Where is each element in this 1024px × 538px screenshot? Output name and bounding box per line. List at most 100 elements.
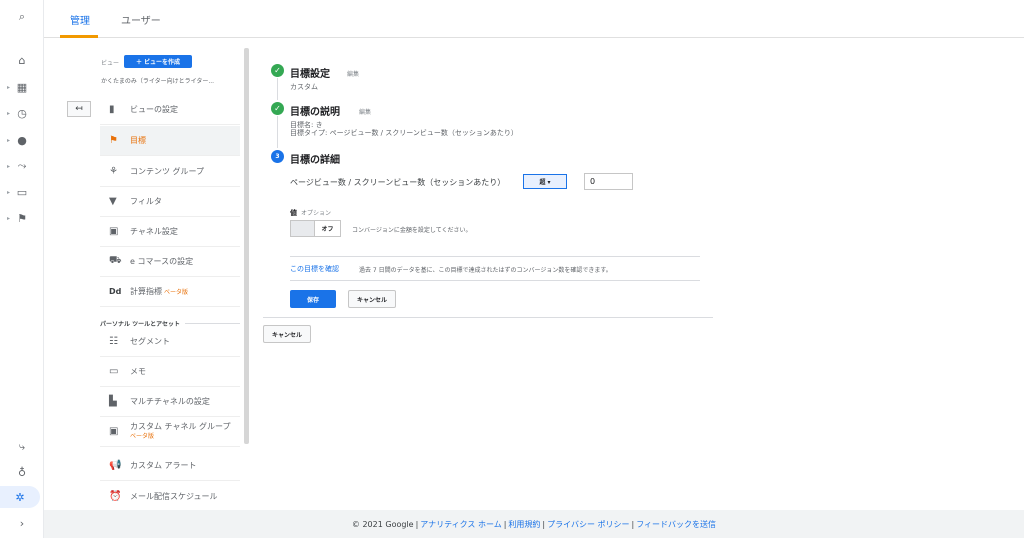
back-arrow-icon: ↤ xyxy=(75,104,83,114)
menu-item-goals[interactable]: ⚑ 目標 xyxy=(100,126,240,156)
menu-item-notes[interactable]: ▭ メモ xyxy=(100,357,240,387)
tab-admin[interactable]: 管理 xyxy=(70,12,90,27)
copyright: © 2021 Google xyxy=(351,519,414,529)
menu-item-segments[interactable]: ☷ セグメント xyxy=(100,327,240,357)
menu-item-label: コンテンツ グループ xyxy=(130,167,205,176)
nav-conversions[interactable]: ▸ ⚑ xyxy=(0,207,44,229)
active-tab-indicator xyxy=(60,35,98,38)
nav-realtime[interactable]: ▸ ◷ xyxy=(0,102,44,124)
dashboard-icon: ▦ xyxy=(16,80,28,94)
nav-audience[interactable]: ▸ ● xyxy=(0,129,44,151)
menu-item-channel-settings[interactable]: ▣ チャネル設定 xyxy=(100,217,240,247)
toggle-knob xyxy=(291,221,315,236)
document-icon: ▮ xyxy=(109,104,115,115)
save-button[interactable]: 保存 xyxy=(290,290,336,308)
tab-users[interactable]: ユーザー xyxy=(121,12,161,27)
menu-item-filters[interactable]: ▼ フィルタ xyxy=(100,187,240,217)
footer-separator: | xyxy=(631,519,635,529)
attribution-icon[interactable]: ⤷ xyxy=(0,436,44,458)
value-heading: 値オプション xyxy=(290,209,332,217)
admin-tabs: 管理 ユーザー xyxy=(44,0,1024,38)
verify-goal-link[interactable]: この目標を確認 xyxy=(290,264,339,274)
step-connector xyxy=(277,116,278,148)
lightbulb-icon[interactable]: ♁ xyxy=(0,461,44,483)
step-connector xyxy=(277,78,278,100)
check-icon: ✓ xyxy=(271,64,284,77)
footer-separator: | xyxy=(503,519,507,529)
beta-badge: ベータ版 xyxy=(164,289,189,296)
home-icon[interactable]: ⌂ xyxy=(0,49,44,71)
calculated-metrics-icon: Dd xyxy=(109,287,122,296)
menu-item-custom-alerts[interactable]: 📢 カスタム アラート xyxy=(100,451,240,481)
menu-item-custom-channel-grouping[interactable]: ▣ カスタム チャネル グループ ベータ版 xyxy=(100,417,240,447)
condition-label: ページビュー数 / スクリーンビュー数（セッションあたり） xyxy=(290,178,506,187)
nav-customization[interactable]: ▸ ▦ xyxy=(0,76,44,98)
goal-setup-edit-link[interactable]: 編集 xyxy=(347,69,359,78)
goal-description-edit-link[interactable]: 編集 xyxy=(359,107,371,116)
chevron-right-icon: ▸ xyxy=(7,162,11,170)
value-toggle[interactable]: オフ xyxy=(290,220,341,237)
menu-item-label: 目標 xyxy=(130,136,146,145)
chevron-right-icon: ▸ xyxy=(7,83,11,91)
goal-setup-value: カスタム xyxy=(290,83,318,91)
menu-item-label: 計算指標 xyxy=(130,287,162,296)
channel-icon: ▣ xyxy=(109,226,119,237)
menu-item-label: e コマースの設定 xyxy=(130,257,194,266)
divider xyxy=(263,317,713,318)
nav-behavior[interactable]: ▸ ▭ xyxy=(0,181,44,203)
value-toggle-hint: コンバージョンに金額を設定してください。 xyxy=(352,227,472,234)
operator-dropdown[interactable]: 超 ▾ xyxy=(523,174,567,189)
divider xyxy=(290,256,700,257)
menu-item-calculated-metrics[interactable]: Dd 計算指標 ベータ版 xyxy=(100,277,240,307)
chevron-right-icon: ▸ xyxy=(7,188,11,196)
goal-description-title: 目標の説明 xyxy=(290,107,340,118)
check-icon: ✓ xyxy=(271,102,284,115)
menu-item-content-grouping[interactable]: ⚘ コンテンツ グループ xyxy=(100,157,240,187)
expand-icon[interactable]: › xyxy=(0,512,44,534)
menu-item-multichannel[interactable]: ▙ マルチチャネルの設定 xyxy=(100,387,240,417)
cart-icon: ⛟ xyxy=(109,255,122,266)
view-selector[interactable]: かくたまのみ（ライター向けとライター... xyxy=(101,76,237,85)
create-view-button[interactable]: ＋ ビューを作成 xyxy=(124,55,192,68)
nav-acquisition[interactable]: ▸ ⤳ xyxy=(0,155,44,177)
goal-setup-title: 目標設定 xyxy=(290,69,330,80)
menu-item-view-settings[interactable]: ▮ ビューの設定 xyxy=(100,95,240,125)
menu-item-label: チャネル設定 xyxy=(130,227,178,236)
footer: © 2021 Google | アナリティクス ホーム | 利用規約 | プライ… xyxy=(44,510,1024,538)
threshold-input[interactable]: 0 xyxy=(584,173,633,190)
divider xyxy=(290,280,700,281)
alarm-clock-icon: ⏰ xyxy=(109,490,122,502)
send-feedback-link[interactable]: フィードバックを送信 xyxy=(636,519,716,530)
goal-name: 目標名: き xyxy=(290,121,323,129)
channel-icon: ▣ xyxy=(109,426,119,437)
grouping-icon: ⚘ xyxy=(109,166,118,177)
menu-item-scheduled-emails[interactable]: ⏰ メール配信スケジュール xyxy=(100,481,240,511)
behavior-icon: ▭ xyxy=(16,185,28,199)
search-icon[interactable]: ⌕ xyxy=(0,6,44,28)
cancel-button[interactable]: キャンセル xyxy=(348,290,396,308)
chevron-right-icon: ▸ xyxy=(7,136,11,144)
cancel-goal-button[interactable]: キャンセル xyxy=(263,325,311,343)
person-icon: ● xyxy=(17,133,27,147)
flag-icon: ⚑ xyxy=(109,135,118,146)
terms-link[interactable]: 利用規約 xyxy=(508,519,540,530)
back-button[interactable]: ↤ xyxy=(67,101,91,117)
chevron-right-icon: ▸ xyxy=(7,109,11,117)
admin-gear-button[interactable]: ✲ xyxy=(0,486,40,508)
menu-item-label: カスタム アラート xyxy=(130,461,197,470)
analytics-home-link[interactable]: アナリティクス ホーム xyxy=(420,519,501,530)
acquisition-icon: ⤳ xyxy=(17,159,27,172)
segment-icon: ☷ xyxy=(109,336,118,347)
flag-icon: ⚑ xyxy=(17,211,27,225)
left-nav-rail: ⌕ ⌂ ▸ ▦ ▸ ◷ ▸ ● ▸ ⤳ ▸ ▭ ▸ ⚑ ⤷ ♁ ✲ › xyxy=(0,0,44,538)
menu-item-label: セグメント xyxy=(130,337,170,346)
step-number-badge: 3 xyxy=(271,150,284,163)
menu-item-label: メール配信スケジュール xyxy=(130,491,218,501)
privacy-policy-link[interactable]: プライバシー ポリシー xyxy=(547,519,629,530)
menu-item-ecommerce[interactable]: ⛟ e コマースの設定 xyxy=(100,247,240,277)
menu-item-label: メモ xyxy=(130,367,146,376)
megaphone-icon: 📢 xyxy=(109,460,122,471)
column-scrollbar[interactable] xyxy=(244,48,249,444)
gear-icon: ✲ xyxy=(15,490,25,504)
toggle-state-label: オフ xyxy=(321,226,334,233)
